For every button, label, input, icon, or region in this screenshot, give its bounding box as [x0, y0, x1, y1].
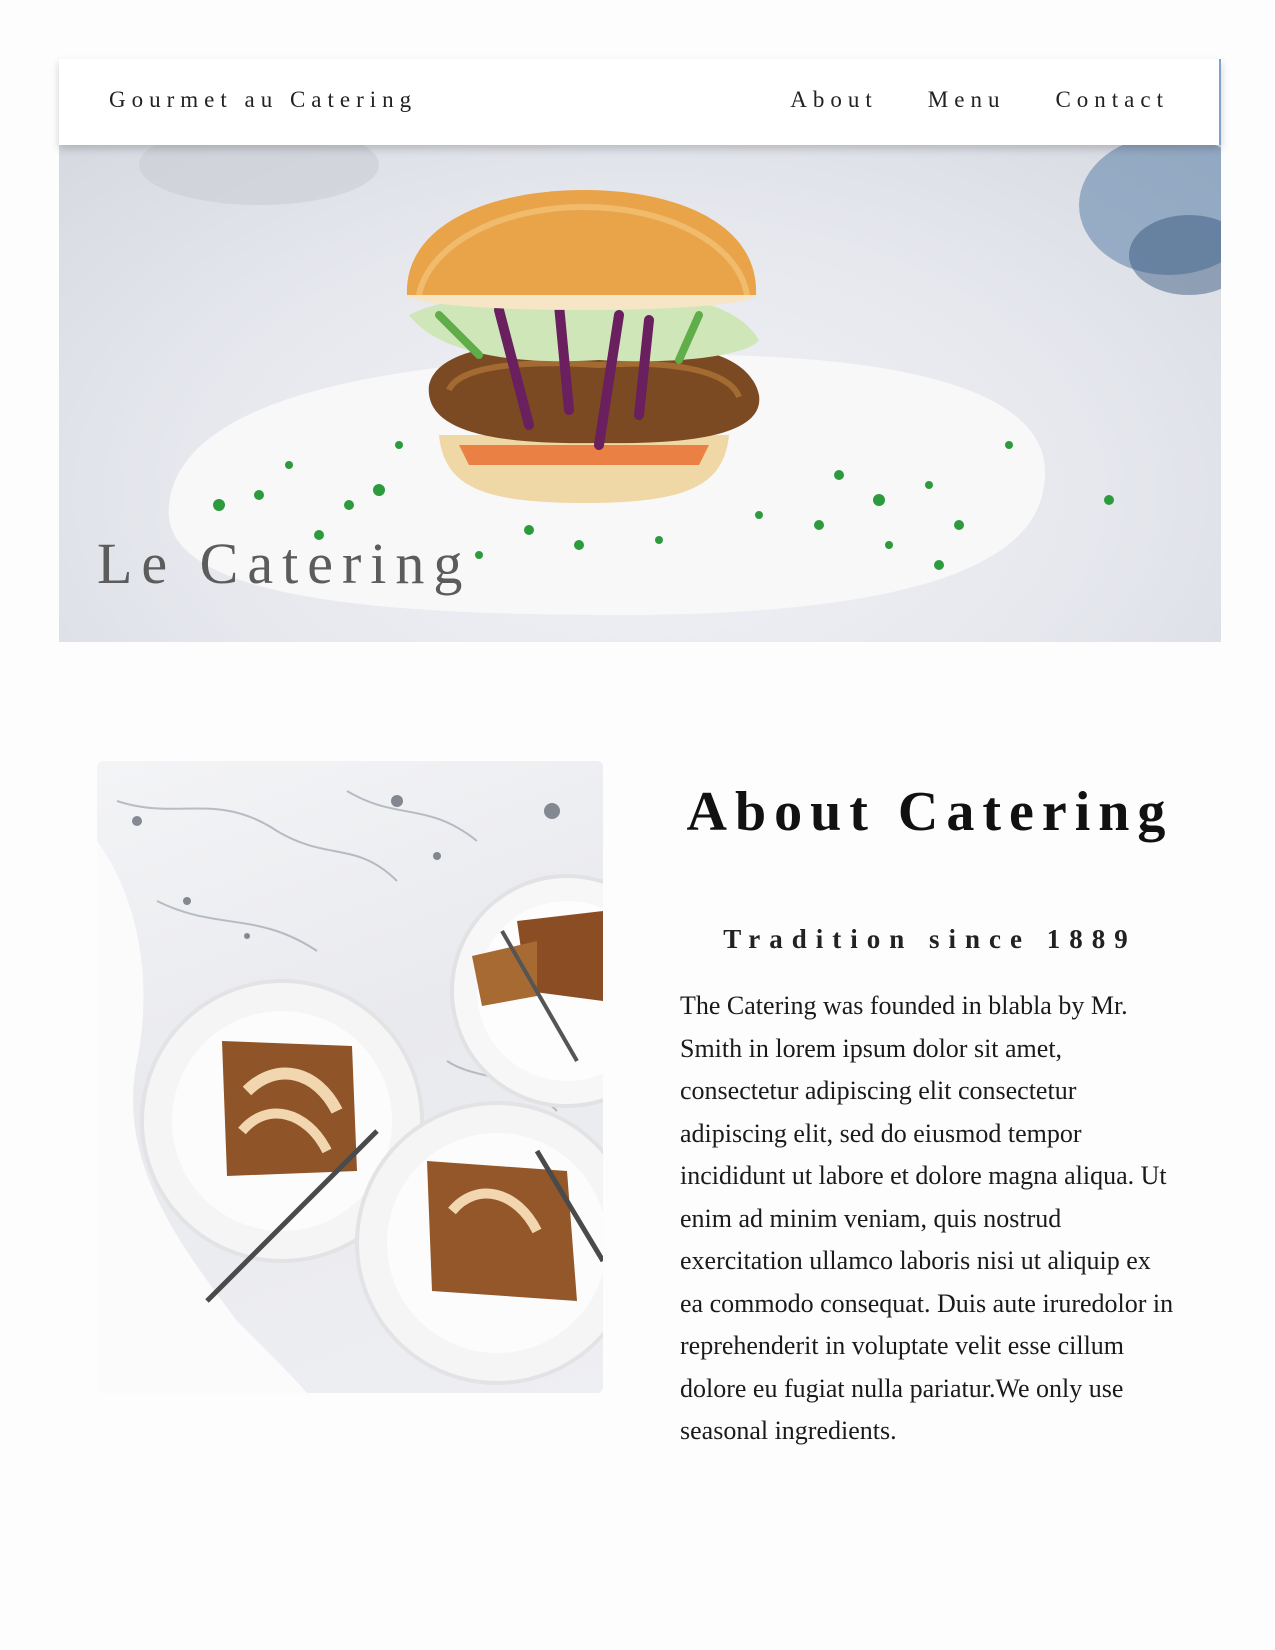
main-nav: About Menu Contact: [790, 87, 1169, 113]
page: Gourmet au Catering About Menu Contact L…: [0, 0, 1275, 1650]
about-section: About Catering Tradition since 1889 The …: [680, 780, 1180, 1453]
about-image: [97, 761, 603, 1393]
apple-cake-plates-photo: [97, 790, 603, 1393]
hero-title: Le Catering: [97, 531, 472, 596]
about-body-text: The Catering was founded in blabla by Mr…: [680, 991, 1174, 1445]
about-subtitle: Tradition since 1889: [723, 924, 1137, 954]
hero-banner: Le Catering: [59, 145, 1221, 642]
about-title: About Catering: [686, 781, 1174, 843]
nav-link-about[interactable]: About: [790, 87, 878, 113]
top-navigation-bar: Gourmet au Catering About Menu Contact: [59, 59, 1221, 145]
brand-logo-link[interactable]: Gourmet au Catering: [109, 87, 417, 113]
nav-link-contact[interactable]: Contact: [1055, 87, 1169, 113]
nav-link-menu[interactable]: Menu: [928, 87, 1006, 113]
